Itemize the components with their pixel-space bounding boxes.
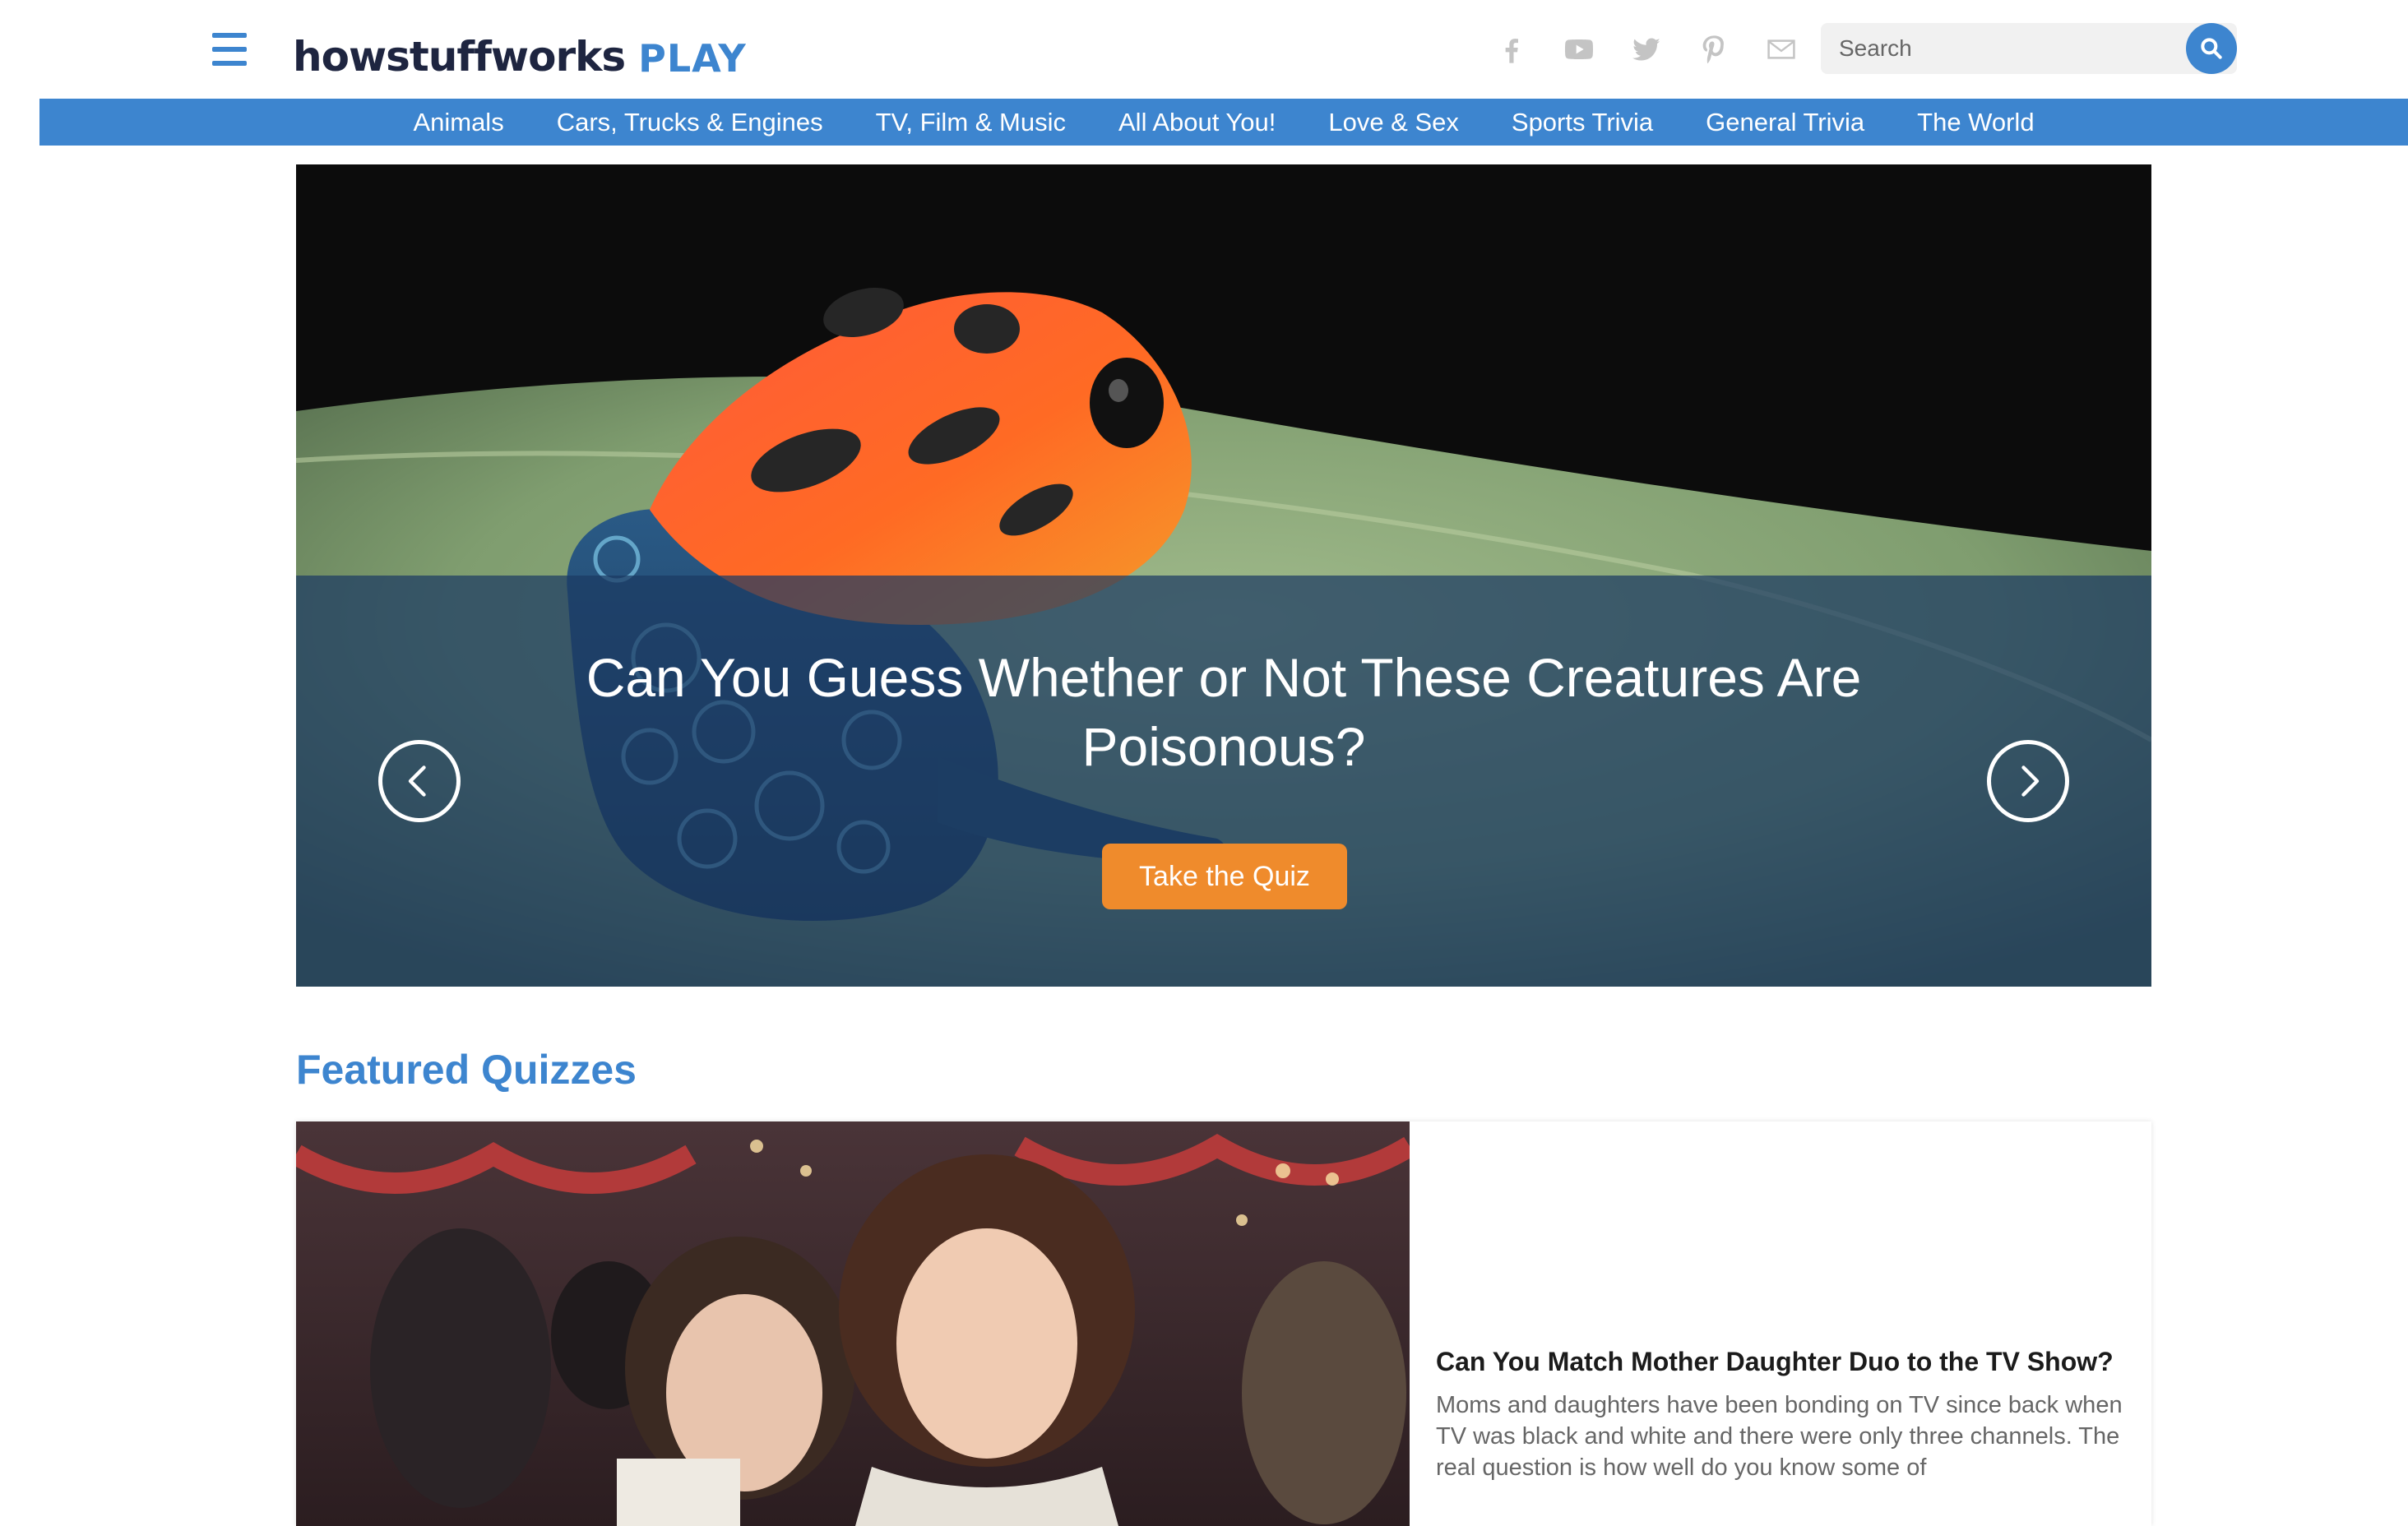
- youtube-icon[interactable]: [1561, 31, 1597, 67]
- search-icon[interactable]: [2186, 23, 2237, 74]
- site-logo[interactable]: howstuffworks PLAY: [293, 18, 747, 81]
- email-icon[interactable]: [1763, 31, 1799, 67]
- twitter-icon[interactable]: [1628, 31, 1665, 67]
- site-header: howstuffworks PLAY: [0, 0, 2408, 99]
- nav-item-the-world[interactable]: The World: [1917, 108, 2034, 137]
- nav-item-cars[interactable]: Cars, Trucks & Engines: [557, 108, 823, 137]
- hero-title[interactable]: Can You Guess Whether or Not These Creat…: [510, 643, 1938, 781]
- nav-item-love-sex[interactable]: Love & Sex: [1328, 108, 1459, 137]
- quiz-card[interactable]: Can You Match Mother Daughter Duo to the…: [296, 1121, 2151, 1526]
- menu-icon[interactable]: [212, 33, 247, 66]
- quiz-card-text: Can You Match Mother Daughter Duo to the…: [1436, 1343, 2127, 1483]
- category-nav: Animals Cars, Trucks & Engines TV, Film …: [39, 99, 2408, 146]
- nav-item-sports-trivia[interactable]: Sports Trivia: [1512, 108, 1653, 137]
- pinterest-icon[interactable]: [1696, 31, 1732, 67]
- quiz-card-title[interactable]: Can You Match Mother Daughter Duo to the…: [1436, 1343, 2127, 1380]
- logo-play: PLAY: [638, 36, 747, 81]
- nav-item-tv-film-music[interactable]: TV, Film & Music: [876, 108, 1066, 137]
- social-links: [1493, 30, 1799, 69]
- logo-wordmark: howstuffworks: [293, 33, 626, 81]
- hero-caption-overlay: [296, 576, 2151, 987]
- take-quiz-button[interactable]: Take the Quiz: [1102, 844, 1347, 909]
- search-input[interactable]: [1821, 23, 2237, 74]
- featured-quizzes-heading: Featured Quizzes: [296, 1047, 637, 1093]
- facebook-icon[interactable]: [1493, 31, 1530, 67]
- nav-item-animals[interactable]: Animals: [413, 108, 503, 137]
- nav-item-all-about-you[interactable]: All About You!: [1118, 108, 1276, 137]
- quiz-thumbnail: [296, 1121, 1410, 1526]
- quiz-card-description: Moms and daughters have been bonding on …: [1436, 1392, 2123, 1481]
- nav-item-general-trivia[interactable]: General Trivia: [1706, 108, 1864, 137]
- chevron-right-icon[interactable]: [1987, 740, 2069, 822]
- quiz-card-image[interactable]: [296, 1121, 1410, 1526]
- hero-carousel[interactable]: Can You Guess Whether or Not These Creat…: [296, 164, 2151, 987]
- chevron-left-icon[interactable]: [378, 740, 461, 822]
